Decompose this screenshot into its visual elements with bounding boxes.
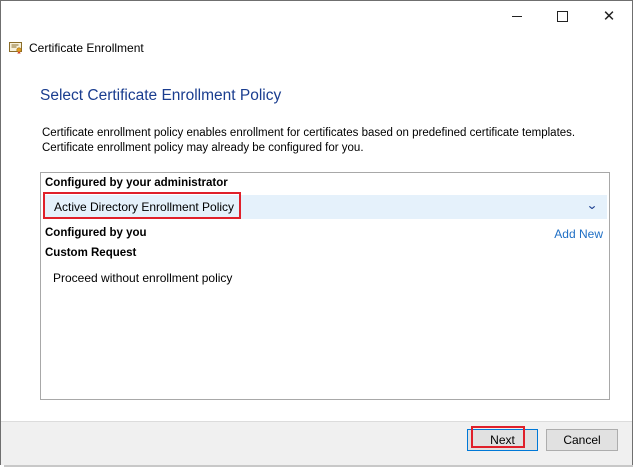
highlight-box-next [471, 426, 525, 448]
app-title-text: Certificate Enrollment [29, 41, 144, 55]
policy-item-no-policy[interactable]: Proceed without enrollment policy [53, 271, 232, 285]
add-new-link[interactable]: Add New [554, 227, 603, 241]
group-header-admin: Configured by your administrator [45, 177, 228, 189]
close-icon: ✕ [602, 6, 616, 25]
minimize-button[interactable] [494, 1, 540, 31]
title-bar: ✕ [1, 1, 632, 31]
wizard-window: ✕ Certificate Enrollment Select Certific… [0, 0, 633, 467]
highlight-box-policy [43, 192, 241, 219]
minimize-icon [512, 15, 522, 17]
page-title: Select Certificate Enrollment Policy [40, 87, 282, 104]
app-title: Certificate Enrollment [9, 39, 144, 57]
cancel-button[interactable]: Cancel [546, 429, 618, 451]
page-description: Certificate enrollment policy enables en… [42, 127, 576, 154]
group-header-custom: Custom Request [45, 247, 137, 259]
certificate-icon [9, 42, 22, 54]
chevron-down-icon[interactable]: ⌄ [586, 198, 598, 212]
maximize-button[interactable] [539, 1, 585, 31]
maximize-icon [556, 10, 568, 22]
close-button[interactable]: ✕ [586, 1, 632, 31]
group-header-you: Configured by you [45, 227, 147, 239]
